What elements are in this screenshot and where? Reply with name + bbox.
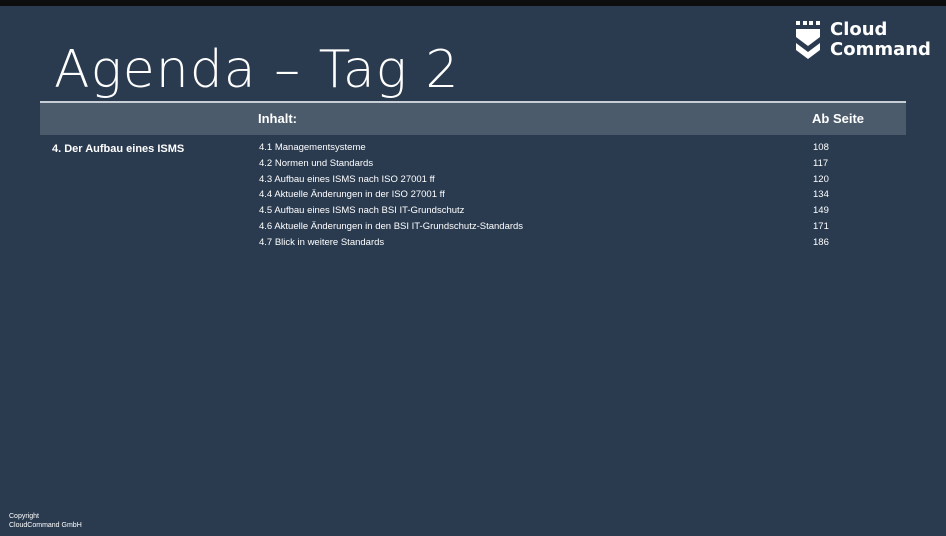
column-header-content: Inhalt: <box>258 111 297 126</box>
agenda-row: 4.1 Managementsysteme 108 <box>259 140 899 156</box>
agenda-row-title: 4.1 Managementsysteme <box>259 142 366 153</box>
agenda-row-page: 108 <box>813 142 829 153</box>
agenda-row-title: 4.3 Aufbau eines ISMS nach ISO 27001 ff <box>259 173 435 185</box>
logo: Cloud Command <box>794 20 934 64</box>
copyright-line-1: Copyright <box>9 513 39 520</box>
table-header: Inhalt: Ab Seite <box>40 103 906 135</box>
copyright-notice: Copyright CloudCommand GmbH <box>9 512 82 530</box>
agenda-row-page: 149 <box>813 205 829 217</box>
slide-title: Agenda – Tag 2 <box>54 40 460 100</box>
agenda-row-title: 4.5 Aufbau eines ISMS nach BSI IT-Grunds… <box>259 205 465 217</box>
agenda-row: 4.6 Aktuelle Änderungen in den BSI IT-Gr… <box>259 219 899 235</box>
copyright-line-2: CloudCommand GmbH <box>9 522 82 529</box>
agenda-row: 4.2 Normen und Standards 117 <box>259 156 899 172</box>
agenda-row-page: 117 <box>813 157 829 169</box>
agenda-row-page: 134 <box>813 189 829 201</box>
agenda-row-title: 4.2 Normen und Standards <box>259 157 374 169</box>
top-bar <box>0 0 946 6</box>
section-label: 4. Der Aufbau eines ISMS <box>52 143 185 155</box>
logo-text: Cloud Command <box>830 20 931 60</box>
agenda-row: 4.7 Blick in weitere Standards 186 <box>259 235 899 251</box>
agenda-row-title: 4.4 Aktuelle Änderungen in der ISO 27001… <box>259 189 445 201</box>
agenda-row: 4.5 Aufbau eines ISMS nach BSI IT-Grunds… <box>259 203 899 219</box>
agenda-row: 4.3 Aufbau eines ISMS nach ISO 27001 ff … <box>259 172 899 188</box>
agenda-row-page: 120 <box>813 173 829 185</box>
agenda-row: 4.4 Aktuelle Änderungen in der ISO 27001… <box>259 187 899 203</box>
logo-line-2: Command <box>830 39 931 60</box>
shield-chevron-icon <box>796 21 820 59</box>
agenda-list: 4.1 Managementsysteme 108 4.2 Normen und… <box>259 140 899 251</box>
agenda-row-title: 4.7 Blick in weitere Standards <box>259 236 385 248</box>
agenda-row-title: 4.6 Aktuelle Änderungen in den BSI IT-Gr… <box>259 220 524 232</box>
agenda-row-page: 186 <box>813 236 829 248</box>
logo-line-1: Cloud <box>830 19 888 40</box>
column-header-page: Ab Seite <box>812 111 865 126</box>
agenda-row-page: 171 <box>813 220 829 232</box>
